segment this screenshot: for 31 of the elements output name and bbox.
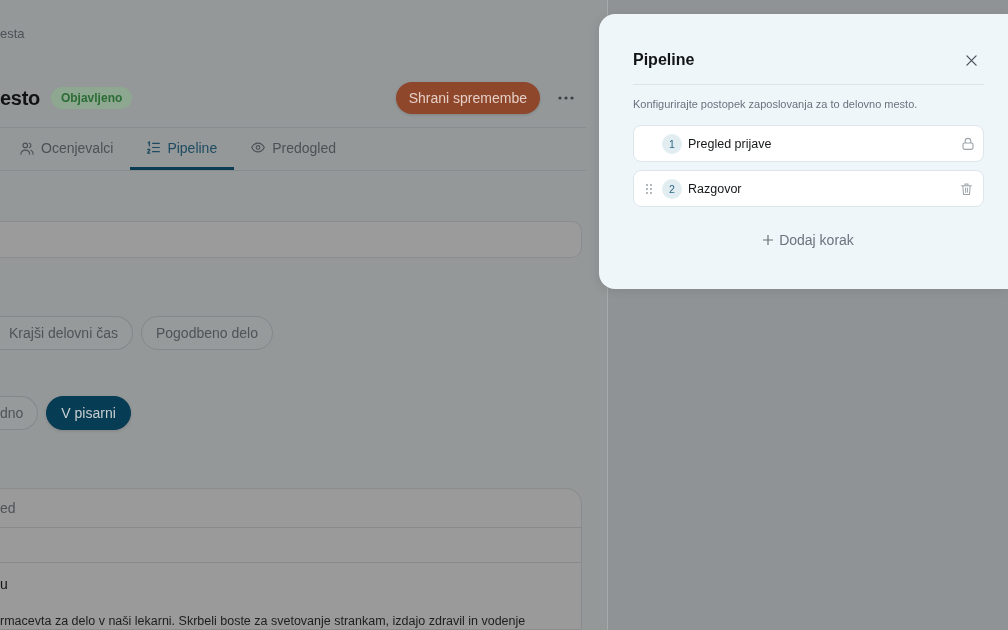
step-number: 1	[662, 133, 682, 154]
close-icon	[965, 54, 977, 66]
plus-icon	[763, 235, 774, 245]
numbered-list-icon	[147, 141, 161, 154]
breadcrumb-link[interactable]: esta	[0, 25, 25, 43]
more-icon	[558, 95, 574, 100]
trash-icon[interactable]	[961, 182, 972, 195]
step-number: 2	[662, 178, 682, 199]
card-header-label: ed	[0, 500, 16, 516]
status-badge: Objavljeno	[50, 86, 133, 109]
tab[interactable]: Predogled	[234, 128, 354, 170]
section-label: u	[0, 575, 8, 593]
tab[interactable]: Ocenjevalci	[3, 128, 131, 170]
panel-title: Pipeline	[633, 51, 695, 69]
description-text: rmacevta za delo v naši lekarni. Skrbeli boste za svetovanje strankam, izdajo zdravil in vodenje	[0, 614, 526, 629]
option-chip[interactable]: V pisarni	[46, 396, 131, 430]
page-title: esto	[0, 85, 40, 111]
drag-handle-icon[interactable]	[646, 183, 652, 194]
option-chip[interactable]: Pogodbeno delo	[140, 316, 273, 350]
pipeline-step[interactable]: 2 Razgovor	[633, 170, 984, 207]
step-name: Razgovor	[688, 181, 743, 196]
step-name: Pregled prijave	[688, 136, 773, 151]
users-icon	[20, 140, 34, 155]
eye-icon	[251, 142, 266, 153]
option-chip[interactable]: dno	[0, 396, 39, 430]
tab[interactable]: Pipeline	[130, 128, 235, 170]
save-button[interactable]: Shrani spremembe	[395, 81, 540, 114]
add-step-button[interactable]: Dodaj korak	[757, 226, 860, 254]
option-chip[interactable]: Krajši delovni čas	[0, 316, 133, 350]
panel-description: Konfigurirajte postopek zaposlovanja za to delovno mesto.	[633, 97, 918, 112]
pipeline-step[interactable]: 1 Pregled prijave	[633, 125, 984, 162]
